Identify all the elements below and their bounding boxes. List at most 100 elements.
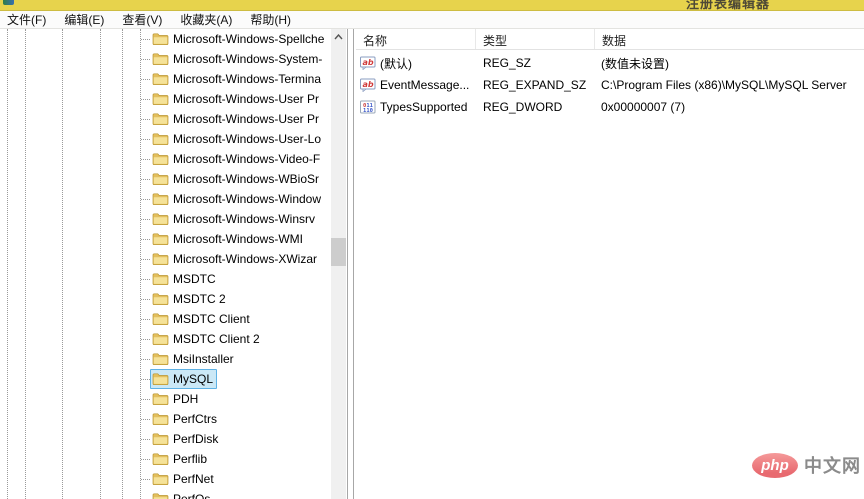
value-data: 0x00000007 (7) xyxy=(601,100,686,114)
tree-item-label: MSDTC Client xyxy=(173,312,250,326)
tree-item-mysql[interactable]: MySQL xyxy=(0,369,331,389)
tree-branch-line xyxy=(141,438,150,440)
tree-branch-line xyxy=(141,298,150,300)
tree-branch-line xyxy=(141,338,150,340)
tree-item-label: Microsoft-Windows-User-Lo xyxy=(173,132,322,146)
menu-bar: 文件(F) 编辑(E) 查看(V) 收藏夹(A) 帮助(H) xyxy=(0,11,864,29)
column-header-name[interactable]: 名称 xyxy=(356,29,476,49)
folder-icon xyxy=(152,412,169,426)
tree-branch-line xyxy=(141,278,150,280)
tree-guide-line xyxy=(140,29,141,499)
registry-editor-window: 注册表编辑器 文件(F) 编辑(E) 查看(V) 收藏夹(A) 帮助(H) Micros… xyxy=(0,0,864,499)
tree-branch-line xyxy=(141,258,150,260)
reg-dword-icon: 011 110 xyxy=(360,100,376,114)
folder-icon xyxy=(152,432,169,446)
folder-icon xyxy=(152,72,169,86)
tree-item-msiinstaller[interactable]: MsiInstaller xyxy=(0,349,331,369)
tree-item-label: Microsoft-Windows-Winsrv xyxy=(173,212,316,226)
menu-help[interactable]: 帮助(H) xyxy=(246,10,295,29)
folder-icon xyxy=(152,352,169,366)
tree-item-label: MSDTC 2 xyxy=(173,292,226,306)
tree-item-label: Perflib xyxy=(173,452,208,466)
tree-branch-line xyxy=(141,78,150,80)
tree-branch-line xyxy=(141,378,150,380)
folder-icon xyxy=(152,272,169,286)
values-panel: 名称 类型 数据 ab (默认) REG_SZ (数值未设置) ab EventMessage… xyxy=(356,29,864,499)
value-row-typessupported[interactable]: 011 110 TypesSupported REG_DWORD 0x00000007 … xyxy=(356,96,864,118)
tree-item-microsoft-windows-video-f[interactable]: Microsoft-Windows-Video-F xyxy=(0,149,331,169)
tree-item-perflib[interactable]: Perflib xyxy=(0,449,331,469)
tree-item-microsoft-windows-xwizar[interactable]: Microsoft-Windows-XWizar xyxy=(0,249,331,269)
value-name: EventMessage... xyxy=(380,78,470,92)
php-cn-watermark-label: 中文网 xyxy=(804,456,861,476)
menu-file[interactable]: 文件(F) xyxy=(3,10,50,29)
value-type: REG_DWORD xyxy=(483,100,563,114)
tree-scrollbar-thumb[interactable] xyxy=(331,238,346,266)
tree-item-pdh[interactable]: PDH xyxy=(0,389,331,409)
tree-item-msdtc[interactable]: MSDTC xyxy=(0,269,331,289)
value-name: TypesSupported xyxy=(380,100,468,114)
tree-guide-line xyxy=(62,29,63,499)
php-logo: php xyxy=(752,452,798,478)
tree-item-microsoft-windows-user-lo[interactable]: Microsoft-Windows-User-Lo xyxy=(0,129,331,149)
menu-view[interactable]: 查看(V) xyxy=(118,10,166,29)
tree-guide-line xyxy=(7,29,8,499)
tree-branch-line xyxy=(141,478,150,480)
scroll-up-arrow-icon[interactable] xyxy=(331,29,346,45)
tree-branch-line xyxy=(141,158,150,160)
folder-icon xyxy=(152,372,169,386)
tree-item-microsoft-windows-user-pr[interactable]: Microsoft-Windows-User Pr xyxy=(0,89,331,109)
value-type: REG_EXPAND_SZ xyxy=(483,78,587,92)
tree-item-microsoft-windows-wbiosr[interactable]: Microsoft-Windows-WBioSr xyxy=(0,169,331,189)
tree-item-perfdisk[interactable]: PerfDisk xyxy=(0,429,331,449)
panel-splitter[interactable] xyxy=(347,29,354,499)
menu-edit[interactable]: 编辑(E) xyxy=(60,10,108,29)
tree-branch-line xyxy=(141,178,150,180)
folder-icon xyxy=(152,292,169,306)
tree-item-microsoft-windows-wmi[interactable]: Microsoft-Windows-WMI xyxy=(0,229,331,249)
tree-item-microsoft-windows-system[interactable]: Microsoft-Windows-System- xyxy=(0,49,331,69)
column-header-type[interactable]: 类型 xyxy=(476,29,595,49)
tree-item-microsoft-windows-spellche[interactable]: Microsoft-Windows-Spellche xyxy=(0,29,331,49)
tree-guide-line xyxy=(25,29,26,499)
tree-item-msdtc-client[interactable]: MSDTC Client xyxy=(0,309,331,329)
folder-icon xyxy=(152,92,169,106)
tree-guide-line xyxy=(122,29,123,499)
tree-item-perfctrs[interactable]: PerfCtrs xyxy=(0,409,331,429)
tree-item-label: Microsoft-Windows-XWizar xyxy=(173,252,318,266)
folder-icon xyxy=(152,312,169,326)
tree-item-label: PerfCtrs xyxy=(173,412,218,426)
tree-scrollbar[interactable] xyxy=(331,29,346,499)
value-data: C:\Program Files (x86)\MySQL\MySQL Serve… xyxy=(601,78,847,92)
tree-item-perfnet[interactable]: PerfNet xyxy=(0,469,331,489)
tree-branch-line xyxy=(141,218,150,220)
tree-item-label: Microsoft-Windows-Spellche xyxy=(173,32,325,46)
tree-item-label: PerfDisk xyxy=(173,432,219,446)
value-type: REG_SZ xyxy=(483,56,532,70)
reg-string-icon: ab xyxy=(360,56,376,70)
tree-item-microsoft-windows-termina[interactable]: Microsoft-Windows-Termina xyxy=(0,69,331,89)
tree-item-msdtc-client-2[interactable]: MSDTC Client 2 xyxy=(0,329,331,349)
tree-item-microsoft-windows-winsrv[interactable]: Microsoft-Windows-Winsrv xyxy=(0,209,331,229)
folder-icon xyxy=(152,112,169,126)
tree-item-msdtc-2[interactable]: MSDTC 2 xyxy=(0,289,331,309)
value-row-eventmessage[interactable]: ab EventMessage... REG_EXPAND_SZ C:\Program… xyxy=(356,74,864,96)
value-name-cell: ab (默认) xyxy=(356,55,476,72)
value-row-0[interactable]: ab (默认) REG_SZ (数值未设置) xyxy=(356,52,864,74)
menu-favorites[interactable]: 收藏夹(A) xyxy=(176,10,236,29)
folder-icon xyxy=(152,172,169,186)
tree-branch-line xyxy=(141,418,150,420)
svg-text:ab: ab xyxy=(362,80,373,89)
tree-item-perfos[interactable]: PerfOs xyxy=(0,489,331,499)
tree-branch-line xyxy=(141,318,150,320)
tree-item-microsoft-windows-user-pr[interactable]: Microsoft-Windows-User Pr xyxy=(0,109,331,129)
folder-icon xyxy=(152,472,169,486)
tree-item-microsoft-windows-window[interactable]: Microsoft-Windows-Window xyxy=(0,189,331,209)
app-icon xyxy=(3,0,14,5)
value-name: (默认) xyxy=(380,56,412,71)
tree-item-label: Microsoft-Windows-WMI xyxy=(173,232,304,246)
column-header-data[interactable]: 数据 xyxy=(595,29,864,49)
folder-icon xyxy=(152,132,169,146)
tree-branch-line xyxy=(141,198,150,200)
folder-icon xyxy=(152,52,169,66)
